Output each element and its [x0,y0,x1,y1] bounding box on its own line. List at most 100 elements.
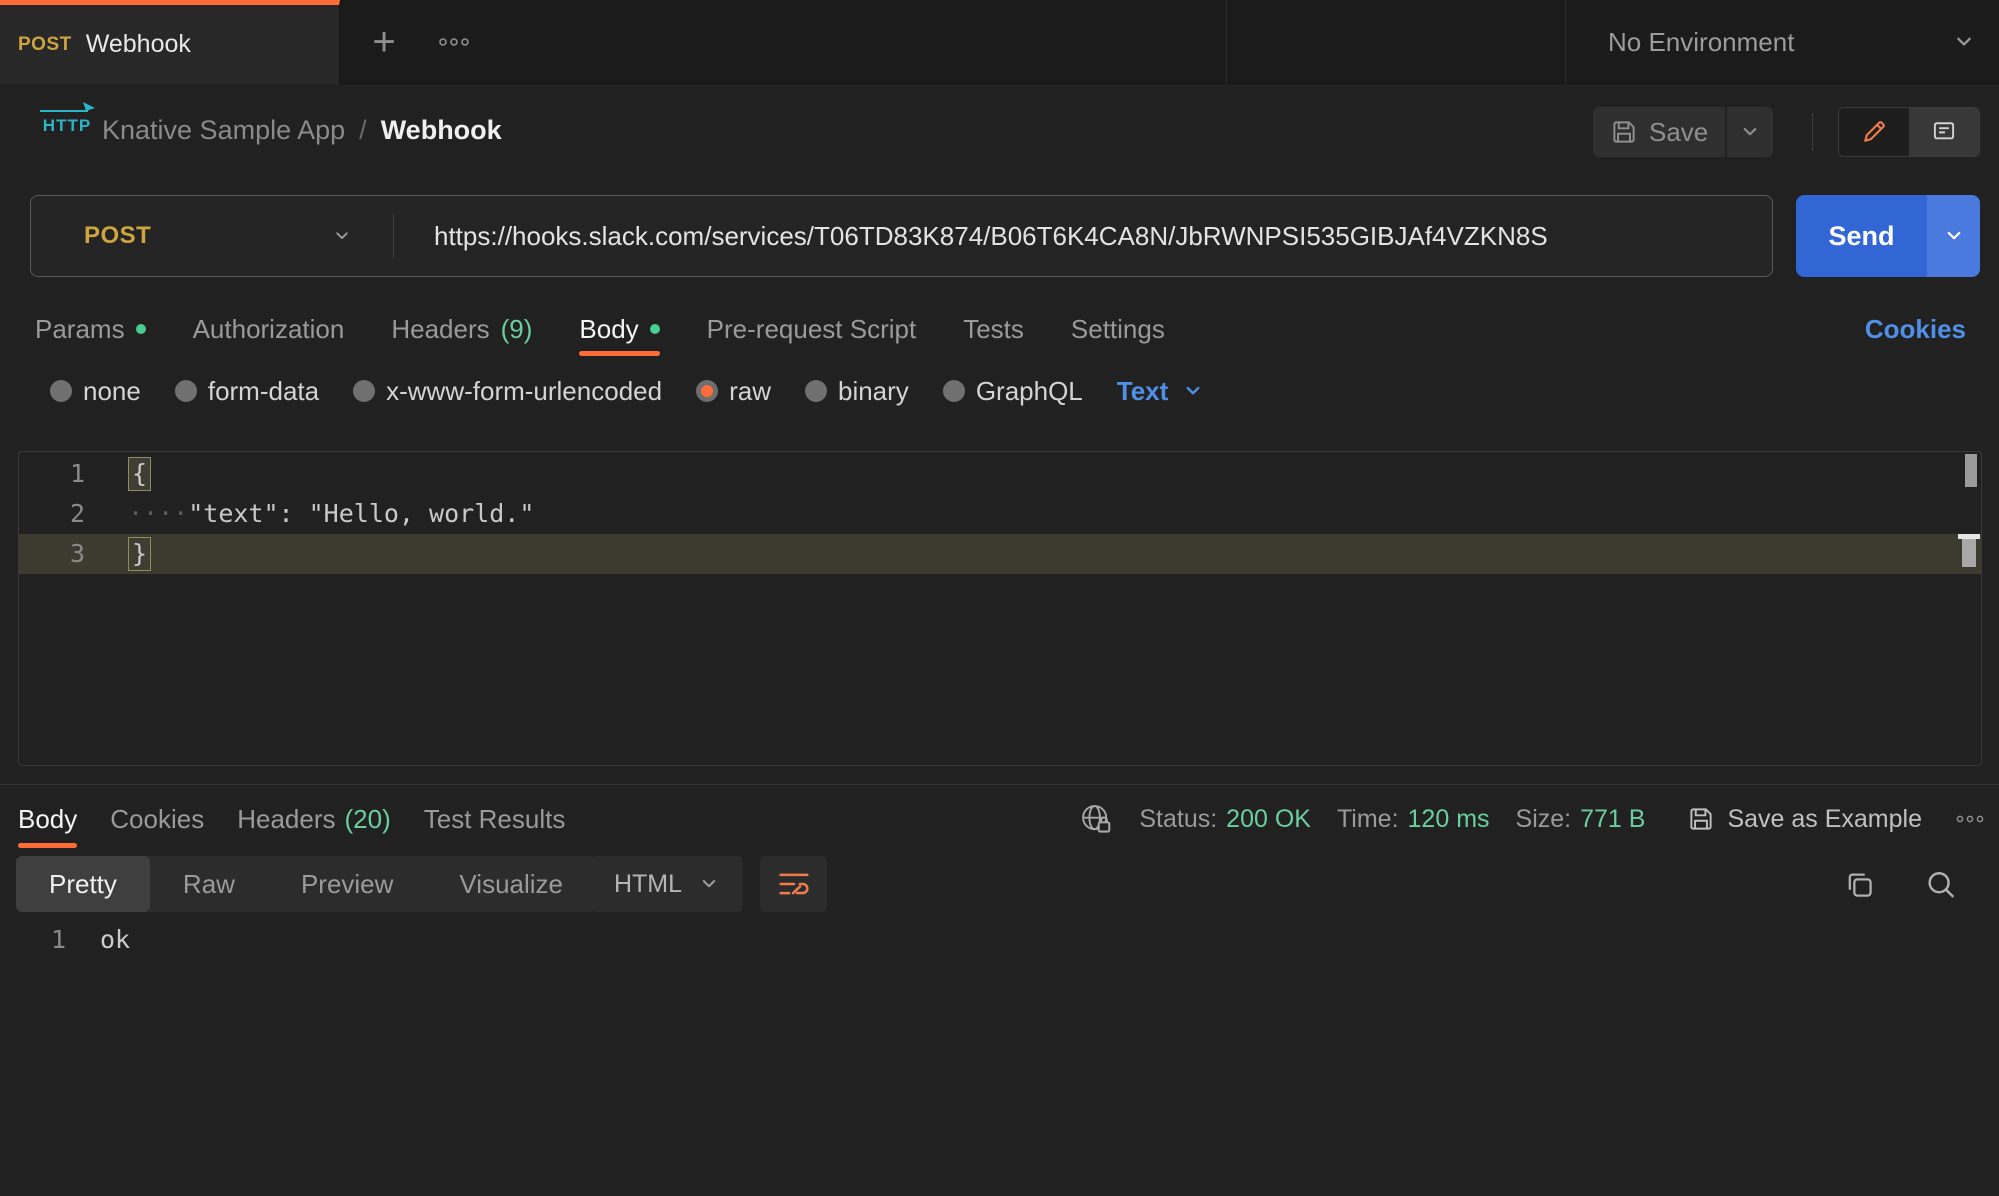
request-tab-webhook[interactable]: POST Webhook [0,0,340,84]
radio-icon [50,380,72,402]
whitespace-dots: ···· [128,499,188,528]
code-line-3-active[interactable]: 3 } [19,534,1981,574]
edit-request-button[interactable] [1839,108,1909,156]
line-number: 3 [19,534,85,574]
tab-params[interactable]: Params [35,302,146,356]
save-as-example-button[interactable]: Save as Example [1687,805,1922,834]
new-tab-button[interactable]: + [360,18,408,66]
response-format-selector[interactable]: HTML [592,856,743,912]
send-options-button[interactable] [1927,195,1980,277]
save-as-example-label: Save as Example [1727,805,1922,834]
response-options-button[interactable] [1956,814,1986,824]
editor-scrollbar[interactable] [1965,454,1977,487]
request-body-editor[interactable]: 1 { 2 ····"text": "Hello, world." 3 } [18,451,1982,766]
radio-binary[interactable]: binary [805,376,909,407]
search-icon [1924,868,1958,902]
comments-button[interactable] [1909,108,1979,156]
tab-bar: POST Webhook + No Environment [0,0,1999,84]
radio-form-data[interactable]: form-data [175,376,319,407]
breadcrumb: Knative Sample App / Webhook [102,96,502,164]
code-line-1[interactable]: 1 { [19,454,1981,494]
wrap-lines-button[interactable] [760,856,827,912]
tab-body[interactable]: Body [579,302,659,356]
radio-icon [805,380,827,402]
view-tab-raw[interactable]: Raw [150,856,268,912]
method-selector[interactable]: POST [31,222,393,250]
method-label: POST [84,222,151,250]
tab-title: Webhook [86,30,191,59]
plus-icon: + [372,20,395,65]
save-button[interactable]: Save [1593,107,1725,157]
network-info-icon[interactable] [1079,802,1113,836]
tab-settings[interactable]: Settings [1071,302,1165,356]
code-content: "text": "Hello, world." [188,499,534,528]
radio-x-www-form-urlencoded[interactable]: x-www-form-urlencoded [353,376,662,407]
chevron-down-icon [1181,379,1205,403]
request-tabs: Params Authorization Headers (9) Body Pr… [35,302,1165,356]
cookies-link[interactable]: Cookies [1865,302,1966,356]
chevron-down-icon [1738,120,1762,144]
save-split-button: Save [1593,107,1773,157]
search-response-button[interactable] [1924,868,1958,907]
status-label: Status: [1139,805,1217,834]
url-input[interactable]: https://hooks.slack.com/services/T06TD83… [434,221,1548,252]
response-tab-test-results[interactable]: Test Results [424,788,566,850]
save-options-button[interactable] [1727,107,1773,157]
response-tab-headers[interactable]: Headers (20) [237,788,391,850]
environment-label: No Environment [1608,27,1794,58]
code-line-2[interactable]: 2 ····"text": "Hello, world." [19,494,1981,534]
tab-method-badge: POST [18,34,72,56]
tab-label: Headers [391,314,489,345]
tab-tests[interactable]: Tests [963,302,1024,356]
chevron-down-icon [1942,224,1966,248]
tab-label: Settings [1071,314,1165,345]
tab-headers[interactable]: Headers (9) [391,302,532,356]
view-tab-preview[interactable]: Preview [268,856,426,912]
http-arrow-icon [38,100,96,113]
radio-label: raw [729,376,771,407]
time-pair: Time: 120 ms [1337,805,1490,834]
tab-pre-request-script[interactable]: Pre-request Script [707,302,917,356]
response-tab-body[interactable]: Body [18,788,77,850]
radio-none[interactable]: none [50,376,141,407]
radio-icon [353,380,375,402]
language-label: Text [1117,376,1169,407]
radio-label: form-data [208,376,319,407]
header-divider [1812,113,1813,151]
status-pair: Status: 200 OK [1139,805,1311,834]
size-label: Size: [1516,805,1572,834]
body-dot-indicator [650,324,660,334]
tab-label: Pre-request Script [707,314,917,345]
url-divider [393,213,394,259]
size-pair: Size: 771 B [1516,805,1646,834]
environment-selector[interactable]: No Environment [1566,0,1999,84]
request-url-bar: POST https://hooks.slack.com/services/T0… [30,195,1773,277]
format-label: HTML [614,870,682,899]
tab-authorization[interactable]: Authorization [193,302,345,356]
radio-label: GraphQL [976,376,1083,407]
overview-cursor-marker-stem [1962,539,1976,567]
raw-language-selector[interactable]: Text [1117,376,1206,407]
http-method-icon: HTTP [34,100,100,136]
breadcrumb-request-name[interactable]: Webhook [381,115,502,146]
code-text: ····"text": "Hello, world." [128,494,534,534]
tab-options-button[interactable] [430,20,478,64]
breadcrumb-collection[interactable]: Knative Sample App [102,115,345,146]
send-button[interactable]: Send [1796,195,1927,277]
radio-label: binary [838,376,909,407]
headers-count: (9) [501,314,533,345]
comment-icon [1930,118,1958,146]
line-number: 1 [0,920,66,960]
size-value: 771 B [1580,805,1645,834]
time-value: 120 ms [1408,805,1490,834]
radio-graphql[interactable]: GraphQL [943,376,1083,407]
response-tabs: Body Cookies Headers (20) Test Results [18,788,565,850]
copy-response-button[interactable] [1843,868,1877,907]
view-tab-pretty[interactable]: Pretty [16,856,150,912]
tabbar-divider [1226,0,1227,84]
view-tab-visualize[interactable]: Visualize [426,856,596,912]
save-icon [1687,805,1715,833]
radio-icon [175,380,197,402]
radio-raw[interactable]: raw [696,376,771,407]
response-tab-cookies[interactable]: Cookies [110,788,204,850]
